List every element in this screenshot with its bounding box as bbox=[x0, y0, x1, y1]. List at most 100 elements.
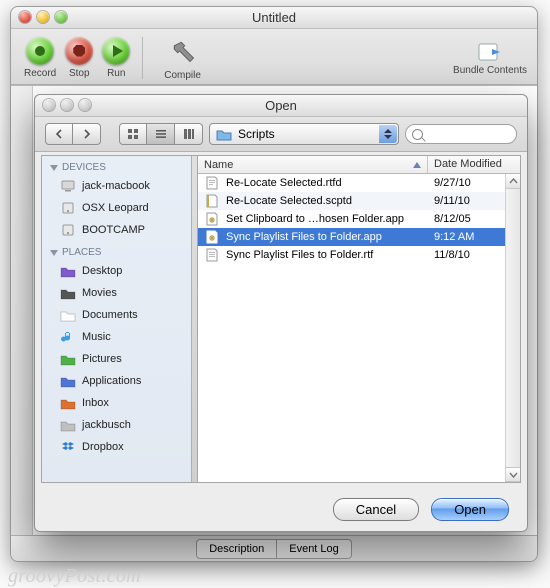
file-row[interactable]: Set Clipboard to …hosen Folder.app8/12/0… bbox=[198, 210, 520, 228]
zoom-window-button[interactable] bbox=[55, 11, 67, 23]
forward-button[interactable] bbox=[73, 123, 101, 145]
icon-view-button[interactable] bbox=[119, 123, 147, 145]
file-row[interactable]: Re-Locate Selected.rtfd 9/27/10 bbox=[198, 174, 520, 192]
run-button[interactable]: Run bbox=[99, 33, 133, 83]
open-dialog-titlebar: Open bbox=[35, 95, 527, 117]
sidebar-item-label: Inbox bbox=[82, 397, 109, 409]
column-header-date[interactable]: Date Modified bbox=[428, 156, 520, 173]
sidebar-item-icon bbox=[60, 329, 76, 345]
editor-titlebar: Untitled bbox=[11, 7, 537, 29]
bundle-contents-button[interactable]: Bundle Contents bbox=[453, 39, 527, 76]
cancel-button[interactable]: Cancel bbox=[333, 498, 419, 521]
sidebar-item[interactable]: Documents bbox=[42, 304, 191, 326]
disclosure-triangle-icon bbox=[50, 165, 58, 171]
record-icon bbox=[26, 37, 54, 65]
file-date: 9/27/10 bbox=[434, 177, 471, 189]
sidebar-item-icon bbox=[60, 351, 76, 367]
file-list-rows: Re-Locate Selected.rtfd9/27/10Re-Locate … bbox=[198, 174, 520, 482]
bundle-icon bbox=[477, 39, 503, 65]
sidebar-group-header[interactable]: DEVICES bbox=[42, 156, 191, 175]
record-label: Record bbox=[24, 68, 56, 79]
search-field[interactable] bbox=[405, 124, 517, 144]
open-dialog-body: DEVICES jack-macbook OSX Leopard BOOTCAMP PL… bbox=[41, 155, 521, 483]
column-header-name[interactable]: Name bbox=[198, 156, 428, 173]
folder-popup-label: Scripts bbox=[238, 127, 275, 141]
file-list-header: Name Date Modified bbox=[198, 156, 520, 174]
tab-event-log[interactable]: Event Log bbox=[277, 539, 352, 559]
file-name: Re-Locate Selected.rtfd bbox=[226, 177, 342, 189]
sidebar-item-icon bbox=[60, 222, 76, 238]
sidebar-item[interactable]: Inbox bbox=[42, 392, 191, 414]
open-dialog-toolbar: Scripts bbox=[35, 117, 527, 152]
file-list-scrollbar[interactable] bbox=[505, 174, 520, 482]
file-date: 11/8/10 bbox=[434, 249, 470, 261]
sidebar-item[interactable]: Movies bbox=[42, 282, 191, 304]
sidebar-item-icon bbox=[60, 395, 76, 411]
sidebar: DEVICES jack-macbook OSX Leopard BOOTCAMP PL… bbox=[42, 156, 192, 482]
chevron-left-icon bbox=[54, 129, 64, 139]
sidebar-item-icon bbox=[60, 263, 76, 279]
sidebar-item-icon bbox=[60, 417, 76, 433]
toolbar-separator bbox=[142, 37, 154, 79]
sidebar-item-icon bbox=[60, 200, 76, 216]
sidebar-item[interactable]: BOOTCAMP bbox=[42, 219, 191, 241]
sidebar-item[interactable]: Applications bbox=[42, 370, 191, 392]
popup-stepper-icon bbox=[379, 125, 397, 143]
file-list-pane: Name Date Modified Re-Locate Selected.rt… bbox=[198, 156, 520, 482]
open-dialog: Open Scripts bbox=[34, 94, 528, 532]
open-button[interactable]: Open bbox=[431, 498, 509, 521]
sidebar-group-header[interactable]: PLACES bbox=[42, 241, 191, 260]
close-dialog-button[interactable] bbox=[43, 99, 55, 111]
file-date: 8/12/05 bbox=[434, 213, 471, 225]
file-icon bbox=[204, 247, 220, 263]
sidebar-item[interactable]: jackbusch bbox=[42, 414, 191, 436]
sidebar-item-label: BOOTCAMP bbox=[82, 224, 145, 236]
close-window-button[interactable] bbox=[19, 11, 31, 23]
editor-toolbar: Record Stop Run Compile Bundle Contents bbox=[11, 29, 537, 85]
open-dialog-title: Open bbox=[265, 98, 297, 113]
sidebar-item-label: Movies bbox=[82, 287, 117, 299]
file-row[interactable]: Re-Locate Selected.scptd9/11/10 bbox=[198, 192, 520, 210]
file-icon bbox=[204, 175, 220, 191]
folder-popup[interactable]: Scripts bbox=[209, 123, 399, 145]
zoom-dialog-button bbox=[79, 99, 91, 111]
sidebar-item-label: Desktop bbox=[82, 265, 122, 277]
search-icon bbox=[412, 129, 423, 140]
list-view-button[interactable] bbox=[147, 123, 175, 145]
list-view-icon bbox=[155, 128, 167, 140]
sidebar-item[interactable]: Desktop bbox=[42, 260, 191, 282]
record-button[interactable]: Record bbox=[21, 33, 59, 83]
hammer-icon bbox=[167, 35, 199, 67]
watermark-text: groovyPost.com bbox=[8, 565, 141, 588]
bundle-label: Bundle Contents bbox=[453, 65, 527, 76]
scroll-up-button[interactable] bbox=[506, 174, 520, 189]
sidebar-item[interactable]: Music bbox=[42, 326, 191, 348]
sidebar-item-label: jackbusch bbox=[82, 419, 131, 431]
sidebar-item[interactable]: jack-macbook bbox=[42, 175, 191, 197]
file-name: Sync Playlist Files to Folder.app bbox=[226, 231, 382, 243]
sidebar-item[interactable]: Dropbox bbox=[42, 436, 191, 458]
file-date: 9:12 AM bbox=[434, 231, 474, 243]
back-button[interactable] bbox=[45, 123, 73, 145]
sidebar-item-label: Pictures bbox=[82, 353, 122, 365]
sidebar-item[interactable]: Pictures bbox=[42, 348, 191, 370]
file-row[interactable]: Sync Playlist Files to Folder.app 9:12 AM bbox=[198, 228, 520, 246]
file-name: Re-Locate Selected.scptd bbox=[226, 195, 352, 207]
sidebar-item-label: Documents bbox=[82, 309, 138, 321]
minimize-window-button[interactable] bbox=[37, 11, 49, 23]
gutter bbox=[11, 86, 33, 535]
stop-button[interactable]: Stop bbox=[62, 33, 96, 83]
tab-description[interactable]: Description bbox=[196, 539, 277, 559]
chevron-right-icon bbox=[82, 129, 92, 139]
chevron-down-icon bbox=[509, 470, 518, 479]
file-icon bbox=[204, 193, 220, 209]
sidebar-item-label: jack-macbook bbox=[82, 180, 150, 192]
column-view-button[interactable] bbox=[175, 123, 203, 145]
sidebar-item-icon bbox=[60, 373, 76, 389]
scroll-down-button[interactable] bbox=[506, 467, 520, 482]
editor-window-title: Untitled bbox=[252, 10, 296, 25]
compile-button[interactable]: Compile bbox=[161, 31, 204, 85]
sidebar-item[interactable]: OSX Leopard bbox=[42, 197, 191, 219]
file-row[interactable]: Sync Playlist Files to Folder.rtf11/8/10 bbox=[198, 246, 520, 264]
sidebar-item-label: Applications bbox=[82, 375, 141, 387]
